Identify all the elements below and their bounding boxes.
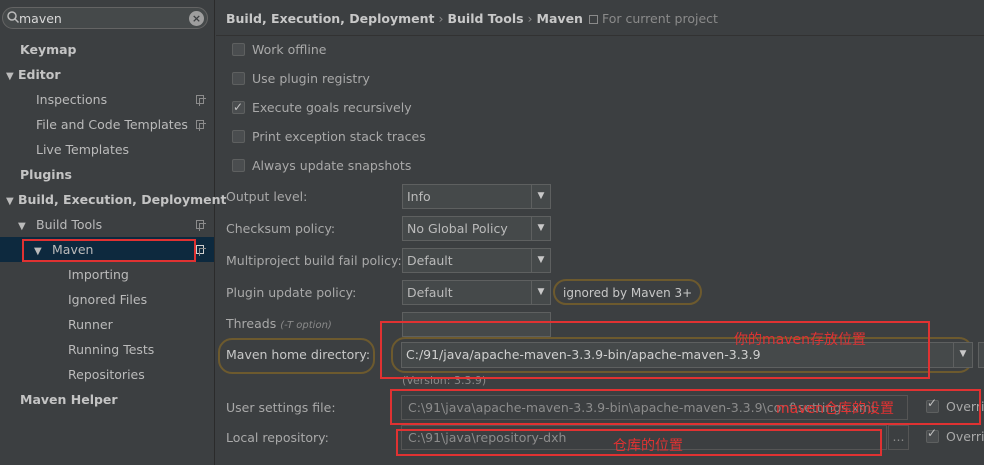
- settings-annotation: maven仓库的设置: [776, 401, 894, 417]
- sidebar-item-ignored-files[interactable]: Ignored Files: [0, 287, 214, 312]
- sidebar-item-build-tools[interactable]: ▼ Build Tools: [0, 212, 214, 237]
- sidebar-item-build-execution-deployment[interactable]: ▼ Build, Execution, Deployment: [0, 187, 226, 214]
- checkbox-box[interactable]: [232, 43, 245, 56]
- chevron-down-icon[interactable]: ▼: [953, 343, 972, 367]
- breadcrumb: Build, Execution, Deployment › Build Tools…: [226, 11, 718, 26]
- multiproject-fail-policy-select[interactable]: Default ▼: [402, 248, 551, 273]
- search-icon: [7, 11, 20, 24]
- use-plugin-registry-checkbox[interactable]: Use plugin registry: [232, 69, 370, 89]
- sidebar-item-label: Repositories: [68, 367, 145, 382]
- user-settings-label: User settings file:: [226, 400, 336, 415]
- checkbox-box[interactable]: [232, 72, 245, 85]
- select-value: Info: [407, 189, 431, 204]
- checkbox-box[interactable]: [926, 426, 939, 443]
- threads-hint: (-T option): [280, 320, 332, 331]
- checkbox-box[interactable]: [232, 97, 245, 117]
- search-field[interactable]: maven ×: [2, 7, 208, 29]
- breadcrumb-item: Build Tools: [447, 11, 524, 26]
- checkbox-box[interactable]: [232, 159, 245, 172]
- settings-content: Build, Execution, Deployment › Build Tools…: [216, 0, 984, 465]
- sidebar-item-file-and-code-templates[interactable]: File and Code Templates: [0, 112, 214, 137]
- select-value: Default: [407, 253, 453, 268]
- repository-annotation: 仓库的位置: [613, 438, 683, 454]
- sidebar-item-label: Plugins: [20, 167, 72, 182]
- threads-label-text: Threads: [226, 316, 277, 331]
- override-repository-checkbox[interactable]: Override: [926, 426, 984, 444]
- plugin-update-policy-label: Plugin update policy:: [226, 285, 357, 300]
- checkbox-label: Work offline: [252, 42, 327, 57]
- sidebar-item-label: Build Tools: [36, 217, 103, 232]
- sidebar-item-label: Running Tests: [68, 342, 155, 357]
- sidebar-item-label: File and Code Templates: [36, 117, 188, 132]
- browse-button[interactable]: [978, 342, 984, 368]
- sidebar-item-runner[interactable]: Runner: [0, 312, 214, 337]
- breadcrumb-separator: ›: [527, 11, 533, 26]
- sidebar-item-maven-helper[interactable]: Maven Helper: [0, 387, 214, 412]
- select-value: No Global Policy: [407, 221, 508, 236]
- project-scope-icon: [196, 120, 206, 131]
- project-scope-icon: [588, 15, 598, 24]
- checkbox-label: Print exception stack traces: [252, 129, 426, 144]
- chevron-down-icon[interactable]: ▼: [531, 281, 550, 304]
- ignored-by-maven3-note: ignored by Maven 3+: [553, 279, 703, 305]
- browse-button[interactable]: ...: [888, 425, 909, 450]
- clear-search-icon[interactable]: ×: [189, 11, 204, 26]
- sidebar-item-inspections[interactable]: Inspections: [0, 87, 214, 112]
- settings-sidebar: maven × Keymap ▼ Editor Inspections File …: [0, 0, 226, 465]
- chevron-down-icon[interactable]: ▼: [531, 185, 550, 208]
- checkbox-label: Execute goals recursively: [252, 100, 412, 115]
- output-level-select[interactable]: Info ▼: [402, 184, 551, 209]
- threads-label: Threads (-T option): [226, 316, 332, 331]
- sidebar-item-label: Keymap: [20, 42, 77, 57]
- sidebar-item-label: Runner: [68, 317, 113, 332]
- project-scope-icon: [196, 220, 206, 231]
- always-update-snapshots-checkbox[interactable]: Always update snapshots: [232, 156, 411, 176]
- sidebar-item-label: Importing: [68, 267, 129, 282]
- expanded-arrow-icon[interactable]: ▼: [6, 189, 18, 214]
- expanded-arrow-icon[interactable]: ▼: [18, 214, 30, 239]
- work-offline-checkbox[interactable]: Work offline: [232, 40, 326, 60]
- project-scope-label: For current project: [601, 11, 718, 26]
- chevron-down-icon[interactable]: ▼: [531, 249, 550, 272]
- sidebar-item-label: Editor: [18, 67, 61, 82]
- checkbox-box[interactable]: [232, 130, 245, 143]
- sidebar-item-label: Live Templates: [36, 142, 130, 157]
- plugin-update-policy-select[interactable]: Default ▼: [402, 280, 551, 305]
- execute-goals-recursively-checkbox[interactable]: Execute goals recursively: [232, 97, 412, 118]
- expanded-arrow-icon[interactable]: ▼: [6, 64, 18, 89]
- sidebar-item-importing[interactable]: Importing: [0, 262, 214, 287]
- maven-home-label: Maven home directory:: [226, 347, 371, 362]
- sidebar-item-running-tests[interactable]: Running Tests: [0, 337, 214, 362]
- output-level-label: Output level:: [226, 189, 308, 204]
- breadcrumb-item: Maven: [536, 11, 583, 26]
- select-value: Default: [407, 285, 453, 300]
- checkbox-label: Override: [946, 429, 984, 444]
- sidebar-item-repositories[interactable]: Repositories: [0, 362, 214, 387]
- breadcrumb-item: Build, Execution, Deployment: [226, 11, 435, 26]
- maven-home-annotation: 你的maven存放位置: [734, 332, 866, 348]
- sidebar-item-label: Ignored Files: [68, 292, 148, 307]
- checksum-policy-select[interactable]: No Global Policy ▼: [402, 216, 551, 241]
- project-scope-icon: [196, 245, 206, 256]
- checkbox-label: Always update snapshots: [252, 158, 412, 173]
- project-scope-note: For current project: [583, 11, 718, 26]
- project-scope-icon: [196, 95, 206, 106]
- print-exception-stack-traces-checkbox[interactable]: Print exception stack traces: [232, 127, 426, 147]
- breadcrumb-separator: ›: [438, 11, 444, 26]
- sidebar-item-label: Build, Execution, Deployment: [18, 192, 227, 207]
- search-input[interactable]: maven: [19, 11, 62, 26]
- header-divider: [216, 35, 984, 36]
- sidebar-item-label: Maven Helper: [20, 392, 118, 407]
- chevron-down-icon[interactable]: ▼: [531, 217, 550, 240]
- checkbox-label: Use plugin registry: [252, 71, 370, 86]
- sidebar-item-plugins[interactable]: Plugins: [0, 162, 214, 187]
- maven-item-highlight: [22, 239, 196, 262]
- local-repository-label: Local repository:: [226, 430, 329, 445]
- sidebar-item-live-templates[interactable]: Live Templates: [0, 137, 214, 162]
- sidebar-item-label: Inspections: [36, 92, 108, 107]
- sidebar-item-keymap[interactable]: Keymap: [0, 37, 214, 62]
- multiproject-fail-policy-label: Multiproject build fail policy:: [226, 253, 402, 268]
- sidebar-item-editor[interactable]: ▼ Editor: [0, 62, 214, 87]
- checksum-policy-label: Checksum policy:: [226, 221, 336, 236]
